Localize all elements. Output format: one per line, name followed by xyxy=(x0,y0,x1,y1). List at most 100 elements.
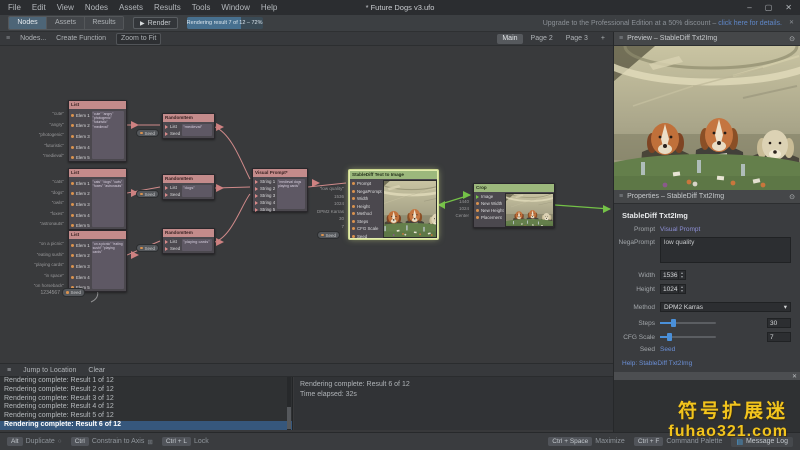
port-icon[interactable] xyxy=(165,193,168,197)
node-randomitem-2[interactable]: RandomItem List Seed "dogs" xyxy=(162,174,215,200)
port-icon[interactable] xyxy=(71,254,74,257)
port-icon[interactable] xyxy=(352,190,355,193)
port-icon[interactable] xyxy=(352,227,355,230)
close-icon[interactable]: ✕ xyxy=(785,3,792,12)
node-randomitem-3[interactable]: RandomItem List Seed "playing cards" xyxy=(162,228,215,254)
pin-icon[interactable]: ⊙ xyxy=(789,193,795,201)
menu-results[interactable]: Results xyxy=(154,3,181,12)
node-randomitem-1[interactable]: RandomItem List Seed "medieval" xyxy=(162,113,215,139)
port-icon[interactable] xyxy=(255,201,258,205)
port-icon[interactable] xyxy=(71,135,74,138)
tab-nodes[interactable]: Nodes xyxy=(9,17,47,29)
spinner-icon[interactable]: ▴▾ xyxy=(678,285,685,293)
seed-reference-pill[interactable]: Seed xyxy=(136,129,159,137)
port-icon[interactable] xyxy=(255,208,258,212)
dismiss-icon[interactable]: ✕ xyxy=(789,20,794,26)
port-icon[interactable] xyxy=(476,216,479,219)
port-icon[interactable] xyxy=(352,220,355,223)
log-entry[interactable]: Rendering complete: Result 2 of 12 xyxy=(0,386,292,395)
hamburger-icon[interactable]: ≡ xyxy=(619,35,623,42)
port-icon[interactable] xyxy=(255,194,258,198)
log-entry[interactable]: Rendering complete: Result 3 of 12 xyxy=(0,395,292,404)
port-icon[interactable] xyxy=(71,203,74,206)
port-icon[interactable] xyxy=(71,265,74,268)
log-list[interactable]: Rendering complete: Result 1 of 12 Rende… xyxy=(0,377,293,430)
clear-button[interactable]: Clear xyxy=(88,367,105,374)
tab-assets[interactable]: Assets xyxy=(47,17,85,29)
toolbar-item-nodes[interactable]: Nodes... xyxy=(20,35,46,42)
render-button[interactable]: ▶ Render xyxy=(133,17,178,29)
log-scrollbar[interactable] xyxy=(287,377,291,430)
width-input[interactable]: 1536 ▴▾ xyxy=(660,270,686,280)
port-icon[interactable] xyxy=(352,205,355,208)
port-icon[interactable] xyxy=(352,212,355,215)
prompt-link[interactable]: Visual Prompt xyxy=(660,226,700,233)
port-icon[interactable] xyxy=(255,180,258,184)
port-icon[interactable] xyxy=(71,214,74,217)
node-seed[interactable]: Seed xyxy=(62,288,85,297)
tab-results[interactable]: Results xyxy=(85,17,123,29)
method-dropdown[interactable]: DPM2 Karras ▾ xyxy=(660,302,791,312)
close-icon[interactable]: ✕ xyxy=(792,373,797,380)
log-entry[interactable]: Rendering complete: Result 4 of 12 xyxy=(0,403,292,412)
node-stablediff-text-to-image[interactable]: StableDiff Text to Image Prompt NegaProm… xyxy=(349,170,438,239)
log-entry-selected[interactable]: Rendering complete: Result 6 of 12 xyxy=(0,421,292,430)
preview-panel-header[interactable]: ≡ Preview – StableDiff Txt2Img ⊙ xyxy=(614,32,800,46)
cfg-scale-value-input[interactable]: 7 xyxy=(767,332,791,342)
toolbar-item-zoom-to-fit[interactable]: Zoom to Fit xyxy=(116,33,161,45)
port-icon[interactable] xyxy=(71,276,74,279)
port-icon[interactable] xyxy=(165,132,168,136)
jump-to-location-button[interactable]: Jump to Location xyxy=(23,367,76,374)
node-canvas[interactable]: "cute""angry""photogenic""futuristic""me… xyxy=(0,46,613,363)
menu-file[interactable]: File xyxy=(8,3,21,12)
hamburger-icon[interactable]: ≡ xyxy=(619,193,623,200)
port-icon[interactable] xyxy=(476,202,479,205)
log-entry[interactable]: Rendering complete: Result 5 of 12 xyxy=(0,412,292,421)
hamburger-icon[interactable]: ≡ xyxy=(7,367,11,374)
node-visual-prompt[interactable]: Visual Prompt* String 1 String 2 String … xyxy=(252,168,308,212)
port-icon[interactable] xyxy=(165,240,168,244)
help-link[interactable]: Help: StableDiff Txt2Img xyxy=(622,360,800,367)
port-icon[interactable] xyxy=(71,124,74,127)
menu-edit[interactable]: Edit xyxy=(32,3,46,12)
properties-panel-header[interactable]: ≡ Properties – StableDiff Txt2Img ⊙ xyxy=(614,190,800,204)
menu-tools[interactable]: Tools xyxy=(192,3,211,12)
minimize-icon[interactable]: – xyxy=(747,3,751,12)
maximize-icon[interactable]: ▢ xyxy=(765,3,773,12)
steps-value-input[interactable]: 30 xyxy=(767,318,791,328)
port-icon[interactable] xyxy=(476,209,479,212)
upgrade-link[interactable]: click here for details. xyxy=(718,20,782,27)
seed-reference-pill[interactable]: Seed xyxy=(136,244,159,252)
seed-reference-pill[interactable]: Seed xyxy=(317,231,340,239)
menu-view[interactable]: View xyxy=(57,3,74,12)
port-icon[interactable] xyxy=(165,186,168,190)
menu-nodes[interactable]: Nodes xyxy=(85,3,108,12)
port-icon[interactable] xyxy=(352,182,355,185)
port-icon[interactable] xyxy=(165,247,168,251)
port-icon[interactable] xyxy=(71,114,74,117)
node-crop[interactable]: Crop Image New Width New Height Placemen… xyxy=(473,183,555,228)
height-input[interactable]: 1024 ▴▾ xyxy=(660,284,686,294)
port-icon[interactable] xyxy=(352,197,355,200)
spinner-icon[interactable]: ▴▾ xyxy=(678,271,685,279)
port-icon[interactable] xyxy=(71,182,74,185)
port-icon[interactable] xyxy=(71,224,74,227)
port-icon[interactable] xyxy=(71,244,74,247)
node-list-3[interactable]: List Elem 1 Elem 2 Elem 3 Elem 4 Elem 5 … xyxy=(68,230,127,292)
negaprompt-textarea[interactable]: low quality xyxy=(660,237,791,263)
port-icon[interactable] xyxy=(165,125,168,129)
log-entry[interactable]: Rendering complete: Result 1 of 12 xyxy=(0,377,292,386)
seed-reference-pill[interactable]: Seed xyxy=(136,190,159,198)
cfg-scale-slider[interactable] xyxy=(660,336,716,338)
menu-window[interactable]: Window xyxy=(221,3,249,12)
port-icon[interactable] xyxy=(352,235,355,238)
port-icon[interactable] xyxy=(476,195,479,199)
add-page-icon[interactable]: + xyxy=(596,34,610,44)
port-icon[interactable] xyxy=(71,156,74,159)
page-tab-2[interactable]: Page 2 xyxy=(526,34,558,44)
port-icon[interactable] xyxy=(71,192,74,195)
page-tab-main[interactable]: Main xyxy=(497,34,522,44)
pin-icon[interactable]: ⊙ xyxy=(789,35,795,43)
toolbar-item-create-function[interactable]: Create Function xyxy=(56,35,106,42)
steps-slider[interactable] xyxy=(660,322,716,324)
